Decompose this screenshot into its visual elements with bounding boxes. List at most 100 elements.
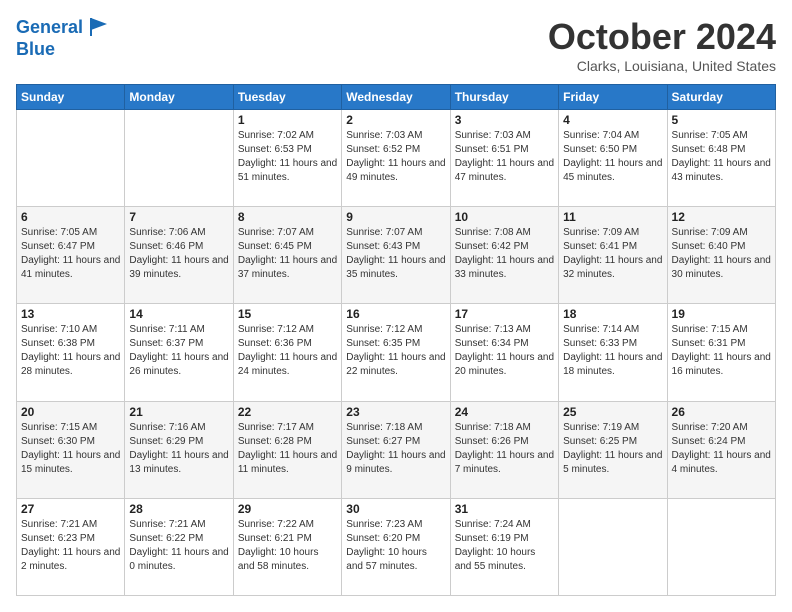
calendar-cell: 14Sunrise: 7:11 AMSunset: 6:37 PMDayligh… bbox=[125, 304, 233, 401]
day-info: Sunrise: 7:04 AMSunset: 6:50 PMDaylight:… bbox=[563, 129, 662, 185]
month-title: October 2024 bbox=[548, 16, 776, 58]
calendar-cell: 19 Sunrise: 7:15 AMSunset: 6:31 PMDayligh… bbox=[667, 304, 775, 401]
day-number: 28 bbox=[129, 502, 228, 516]
calendar-cell: 17 Sunrise: 7:13 AMSunset: 6:34 PMDayligh… bbox=[450, 304, 558, 401]
day-number: 24 bbox=[455, 405, 554, 419]
calendar-cell bbox=[667, 498, 775, 595]
calendar-cell: 9 Sunrise: 7:07 AMSunset: 6:43 PMDaylight… bbox=[342, 207, 450, 304]
day-number: 4 bbox=[563, 113, 662, 127]
calendar-cell: 23Sunrise: 7:18 AMSunset: 6:27 PMDayligh… bbox=[342, 401, 450, 498]
day-info: Sunrise: 7:19 AMSunset: 6:25 PMDaylight:… bbox=[563, 421, 662, 477]
day-number: 16 bbox=[346, 307, 445, 321]
day-number: 19 bbox=[672, 307, 771, 321]
day-number: 3 bbox=[455, 113, 554, 127]
logo: General Blue bbox=[16, 16, 111, 60]
day-number: 6 bbox=[21, 210, 120, 224]
day-number: 11 bbox=[563, 210, 662, 224]
day-info: Sunrise: 7:17 AMSunset: 6:28 PMDaylight:… bbox=[238, 421, 337, 477]
day-info: Sunrise: 7:16 AMSunset: 6:29 PMDaylight:… bbox=[129, 421, 228, 477]
day-info: Sunrise: 7:22 AMSunset: 6:21 PMDaylight:… bbox=[238, 518, 337, 574]
day-info: Sunrise: 7:12 AMSunset: 6:35 PMDaylight:… bbox=[346, 323, 445, 379]
day-number: 2 bbox=[346, 113, 445, 127]
page: General Blue October 2024 Clarks, Louisi… bbox=[0, 0, 792, 612]
location: Clarks, Louisiana, United States bbox=[548, 58, 776, 74]
day-info: Sunrise: 7:03 AMSunset: 6:51 PMDaylight:… bbox=[455, 129, 554, 185]
calendar-cell: 5Sunrise: 7:05 AMSunset: 6:48 PMDaylight… bbox=[667, 110, 775, 207]
day-info: Sunrise: 7:18 AMSunset: 6:27 PMDaylight:… bbox=[346, 421, 445, 477]
calendar-cell: 27 Sunrise: 7:21 AMSunset: 6:23 PMDayligh… bbox=[17, 498, 125, 595]
day-number: 12 bbox=[672, 210, 771, 224]
col-header-sunday: Sunday bbox=[17, 85, 125, 110]
col-header-thursday: Thursday bbox=[450, 85, 558, 110]
calendar-cell: 26Sunrise: 7:20 AMSunset: 6:24 PMDayligh… bbox=[667, 401, 775, 498]
day-number: 8 bbox=[238, 210, 337, 224]
day-info: Sunrise: 7:14 AMSunset: 6:33 PMDaylight:… bbox=[563, 323, 662, 379]
day-number: 1 bbox=[238, 113, 337, 127]
col-header-saturday: Saturday bbox=[667, 85, 775, 110]
calendar: SundayMondayTuesdayWednesdayThursdayFrid… bbox=[16, 84, 776, 596]
day-number: 9 bbox=[346, 210, 445, 224]
calendar-cell: 1 Sunrise: 7:02 AMSunset: 6:53 PMDaylight… bbox=[233, 110, 341, 207]
day-info: Sunrise: 7:20 AMSunset: 6:24 PMDaylight:… bbox=[672, 421, 771, 477]
logo-text: General Blue bbox=[16, 16, 111, 60]
day-info: Sunrise: 7:02 AMSunset: 6:53 PMDaylight:… bbox=[238, 129, 337, 185]
day-info: Sunrise: 7:24 AMSunset: 6:19 PMDaylight:… bbox=[455, 518, 554, 574]
day-number: 22 bbox=[238, 405, 337, 419]
day-info: Sunrise: 7:07 AMSunset: 6:45 PMDaylight:… bbox=[238, 226, 337, 282]
calendar-cell: 10Sunrise: 7:08 AMSunset: 6:42 PMDayligh… bbox=[450, 207, 558, 304]
day-number: 20 bbox=[21, 405, 120, 419]
col-header-friday: Friday bbox=[559, 85, 667, 110]
calendar-cell: 6 Sunrise: 7:05 AMSunset: 6:47 PMDaylight… bbox=[17, 207, 125, 304]
calendar-cell bbox=[17, 110, 125, 207]
day-number: 29 bbox=[238, 502, 337, 516]
header: General Blue October 2024 Clarks, Louisi… bbox=[16, 16, 776, 74]
day-info: Sunrise: 7:12 AMSunset: 6:36 PMDaylight:… bbox=[238, 323, 337, 379]
title-block: October 2024 Clarks, Louisiana, United S… bbox=[548, 16, 776, 74]
day-info: Sunrise: 7:11 AMSunset: 6:37 PMDaylight:… bbox=[129, 323, 228, 379]
calendar-cell bbox=[559, 498, 667, 595]
calendar-cell: 13Sunrise: 7:10 AMSunset: 6:38 PMDayligh… bbox=[17, 304, 125, 401]
calendar-cell: 12 Sunrise: 7:09 AMSunset: 6:40 PMDayligh… bbox=[667, 207, 775, 304]
day-info: Sunrise: 7:21 AMSunset: 6:23 PMDaylight:… bbox=[21, 518, 120, 574]
calendar-cell: 24Sunrise: 7:18 AMSunset: 6:26 PMDayligh… bbox=[450, 401, 558, 498]
calendar-cell: 8 Sunrise: 7:07 AMSunset: 6:45 PMDaylight… bbox=[233, 207, 341, 304]
day-number: 7 bbox=[129, 210, 228, 224]
day-info: Sunrise: 7:15 AMSunset: 6:30 PMDaylight:… bbox=[21, 421, 120, 477]
calendar-cell: 7 Sunrise: 7:06 AMSunset: 6:46 PMDaylight… bbox=[125, 207, 233, 304]
col-header-monday: Monday bbox=[125, 85, 233, 110]
day-number: 17 bbox=[455, 307, 554, 321]
calendar-cell: 18 Sunrise: 7:14 AMSunset: 6:33 PMDayligh… bbox=[559, 304, 667, 401]
day-info: Sunrise: 7:09 AMSunset: 6:41 PMDaylight:… bbox=[563, 226, 662, 282]
day-number: 27 bbox=[21, 502, 120, 516]
calendar-cell: 21Sunrise: 7:16 AMSunset: 6:29 PMDayligh… bbox=[125, 401, 233, 498]
day-number: 18 bbox=[563, 307, 662, 321]
calendar-cell: 30 Sunrise: 7:23 AMSunset: 6:20 PMDayligh… bbox=[342, 498, 450, 595]
day-info: Sunrise: 7:03 AMSunset: 6:52 PMDaylight:… bbox=[346, 129, 445, 185]
calendar-cell: 2 Sunrise: 7:03 AMSunset: 6:52 PMDaylight… bbox=[342, 110, 450, 207]
day-info: Sunrise: 7:23 AMSunset: 6:20 PMDaylight:… bbox=[346, 518, 445, 574]
calendar-cell: 15 Sunrise: 7:12 AMSunset: 6:36 PMDayligh… bbox=[233, 304, 341, 401]
day-number: 31 bbox=[455, 502, 554, 516]
calendar-cell: 25 Sunrise: 7:19 AMSunset: 6:25 PMDayligh… bbox=[559, 401, 667, 498]
day-info: Sunrise: 7:09 AMSunset: 6:40 PMDaylight:… bbox=[672, 226, 771, 282]
day-number: 15 bbox=[238, 307, 337, 321]
calendar-cell: 20 Sunrise: 7:15 AMSunset: 6:30 PMDayligh… bbox=[17, 401, 125, 498]
calendar-cell: 3 Sunrise: 7:03 AMSunset: 6:51 PMDaylight… bbox=[450, 110, 558, 207]
day-info: Sunrise: 7:05 AMSunset: 6:47 PMDaylight:… bbox=[21, 226, 120, 282]
calendar-cell: 22 Sunrise: 7:17 AMSunset: 6:28 PMDayligh… bbox=[233, 401, 341, 498]
day-info: Sunrise: 7:05 AMSunset: 6:48 PMDaylight:… bbox=[672, 129, 771, 185]
day-info: Sunrise: 7:15 AMSunset: 6:31 PMDaylight:… bbox=[672, 323, 771, 379]
logo-line1: General bbox=[16, 17, 83, 37]
calendar-cell: 31 Sunrise: 7:24 AMSunset: 6:19 PMDayligh… bbox=[450, 498, 558, 595]
day-info: Sunrise: 7:06 AMSunset: 6:46 PMDaylight:… bbox=[129, 226, 228, 282]
day-info: Sunrise: 7:13 AMSunset: 6:34 PMDaylight:… bbox=[455, 323, 554, 379]
calendar-cell bbox=[125, 110, 233, 207]
day-info: Sunrise: 7:08 AMSunset: 6:42 PMDaylight:… bbox=[455, 226, 554, 282]
calendar-cell: 11 Sunrise: 7:09 AMSunset: 6:41 PMDayligh… bbox=[559, 207, 667, 304]
col-header-tuesday: Tuesday bbox=[233, 85, 341, 110]
calendar-cell: 28Sunrise: 7:21 AMSunset: 6:22 PMDayligh… bbox=[125, 498, 233, 595]
logo-line2: Blue bbox=[16, 40, 111, 60]
day-number: 25 bbox=[563, 405, 662, 419]
day-number: 30 bbox=[346, 502, 445, 516]
day-info: Sunrise: 7:07 AMSunset: 6:43 PMDaylight:… bbox=[346, 226, 445, 282]
